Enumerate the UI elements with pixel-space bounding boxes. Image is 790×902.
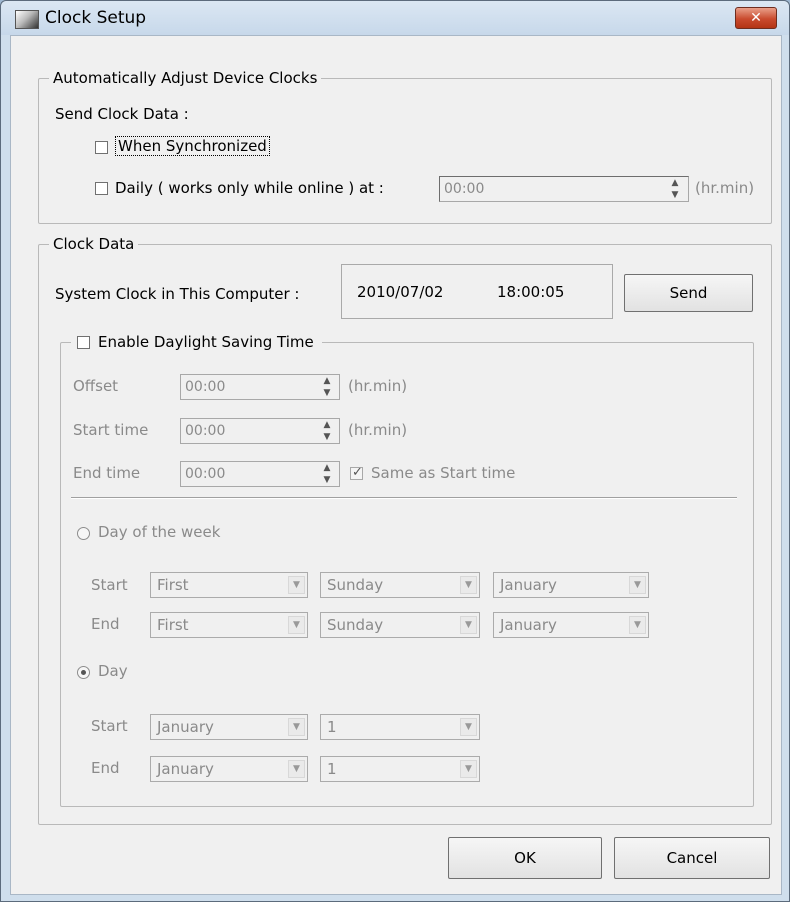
offset-value: 00:00: [185, 379, 226, 395]
dropdown-arrow-icon: ▼: [629, 616, 646, 634]
dropdown-arrow-icon: ▼: [288, 760, 305, 778]
system-clock-display: 2010/07/02 18:00:05: [341, 264, 613, 319]
when-synchronized-checkbox[interactable]: [95, 141, 108, 154]
dropdown-arrow-icon: ▼: [629, 576, 646, 594]
dow-end-week-select[interactable]: First ▼: [150, 612, 308, 638]
day-of-week-label[interactable]: Day of the week: [98, 523, 220, 541]
checkmark-icon: ✓: [352, 465, 363, 480]
day-start-month-select[interactable]: January ▼: [150, 714, 308, 740]
system-clock-label: System Clock in This Computer :: [55, 285, 300, 303]
end-time-label: End time: [73, 464, 141, 482]
dow-start-label: Start: [91, 576, 128, 594]
same-as-start-label[interactable]: Same as Start time: [371, 464, 515, 482]
daily-checkbox[interactable]: [95, 182, 108, 195]
clock-data-legend: Clock Data: [49, 235, 139, 253]
window-title: Clock Setup: [45, 8, 147, 28]
day-start-label: Start: [91, 717, 128, 735]
same-as-start-checkbox[interactable]: ✓: [350, 465, 363, 480]
daily-time-field[interactable]: 00:00: [439, 176, 689, 202]
start-time-unit: (hr.min): [348, 421, 408, 439]
dow-end-month-select[interactable]: January ▼: [493, 612, 649, 638]
offset-field[interactable]: 00:00: [180, 374, 340, 400]
start-time-field[interactable]: 00:00: [180, 418, 340, 444]
start-time-label: Start time: [73, 421, 149, 439]
close-icon: ✕: [750, 10, 762, 26]
cancel-button[interactable]: Cancel: [614, 837, 770, 879]
offset-spin-icon[interactable]: ▲ ▼: [319, 375, 335, 399]
dropdown-arrow-icon: ▼: [288, 576, 305, 594]
daylight-saving-legend: Enable Daylight Saving Time: [71, 333, 322, 351]
dow-start-week-select[interactable]: First ▼: [150, 572, 308, 598]
day-radio[interactable]: [77, 666, 90, 679]
dropdown-arrow-icon: ▼: [460, 616, 477, 634]
dropdown-arrow-icon: ▼: [288, 616, 305, 634]
enable-dst-label[interactable]: Enable Daylight Saving Time: [98, 333, 314, 351]
system-clock-date: 2010/07/02: [357, 283, 444, 301]
dropdown-arrow-icon: ▼: [288, 718, 305, 736]
dow-start-month-select[interactable]: January ▼: [493, 572, 649, 598]
day-end-month-select[interactable]: January ▼: [150, 756, 308, 782]
daily-label[interactable]: Daily ( works only while online ) at :: [115, 179, 384, 197]
ok-button[interactable]: OK: [448, 837, 602, 879]
clock-setup-window: Clock Setup ✕ Automatically Adjust Devic…: [0, 0, 790, 902]
dst-separator: [71, 497, 737, 499]
dropdown-arrow-icon: ▼: [460, 760, 477, 778]
dropdown-arrow-icon: ▼: [460, 576, 477, 594]
end-time-value: 00:00: [185, 466, 226, 482]
daily-time-unit: (hr.min): [695, 179, 755, 197]
dow-end-label: End: [91, 615, 120, 633]
daily-time-value: 00:00: [444, 181, 485, 197]
day-end-label: End: [91, 759, 120, 777]
day-end-day-select[interactable]: 1 ▼: [320, 756, 480, 782]
title-bar[interactable]: Clock Setup ✕: [1, 1, 789, 35]
when-synchronized-label[interactable]: When Synchronized: [115, 136, 270, 156]
system-clock-time: 18:00:05: [497, 283, 565, 301]
dow-end-weekday-select[interactable]: Sunday ▼: [320, 612, 480, 638]
send-button[interactable]: Send: [624, 274, 753, 312]
start-time-value: 00:00: [185, 423, 226, 439]
day-of-week-radio[interactable]: [77, 527, 90, 540]
radio-selected-dot: [81, 670, 86, 675]
end-time-spin-icon[interactable]: ▲ ▼: [319, 462, 335, 486]
day-start-day-select[interactable]: 1 ▼: [320, 714, 480, 740]
dialog-client-area: Automatically Adjust Device Clocks Send …: [10, 35, 782, 895]
dropdown-arrow-icon: ▼: [460, 718, 477, 736]
offset-label: Offset: [73, 377, 119, 395]
auto-adjust-legend: Automatically Adjust Device Clocks: [49, 69, 322, 87]
start-time-spin-icon[interactable]: ▲ ▼: [319, 419, 335, 443]
dow-start-weekday-select[interactable]: Sunday ▼: [320, 572, 480, 598]
close-button[interactable]: ✕: [735, 7, 777, 29]
offset-unit: (hr.min): [348, 377, 408, 395]
clock-setup-app-icon: [15, 10, 39, 29]
end-time-field[interactable]: 00:00: [180, 461, 340, 487]
day-label[interactable]: Day: [98, 662, 128, 680]
daily-time-spin-icon[interactable]: ▲ ▼: [667, 177, 683, 201]
enable-dst-checkbox[interactable]: [77, 336, 90, 349]
send-clock-data-label: Send Clock Data :: [55, 105, 189, 123]
